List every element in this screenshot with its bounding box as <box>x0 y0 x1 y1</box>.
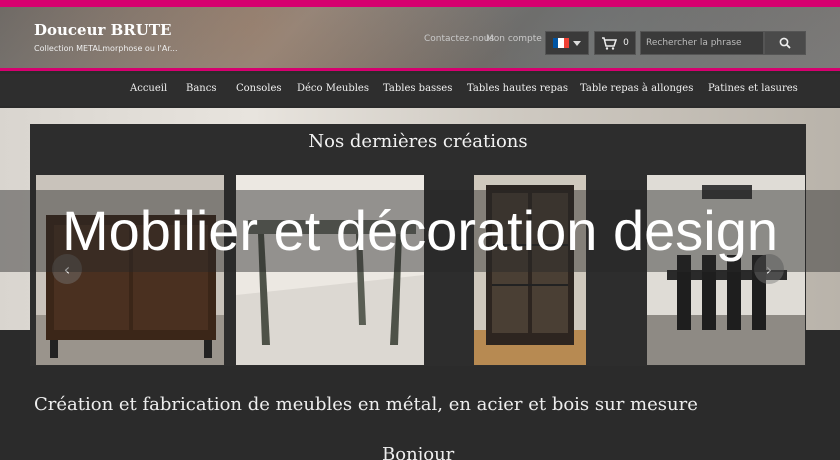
language-selector[interactable] <box>545 31 589 55</box>
contact-link[interactable]: Contactez-nous <box>424 34 494 44</box>
cart-icon <box>602 36 618 50</box>
site-header: Douceur BRUTE Collection METALmorphose o… <box>0 7 840 71</box>
carousel-title: Nos dernières créations <box>308 131 528 152</box>
greeting-heading: Bonjour <box>382 444 455 460</box>
french-flag-icon <box>553 38 569 48</box>
site-tagline: Création et fabrication de meubles en mé… <box>34 394 698 415</box>
nav-item-tables-hautes[interactable]: Tables hautes repas <box>467 83 568 94</box>
nav-item-patines[interactable]: Patines et lasures <box>708 83 798 94</box>
nav-item-accueil[interactable]: Accueil <box>130 83 167 94</box>
search-icon <box>779 37 791 49</box>
nav-item-table-allonges[interactable]: Table repas à allonges <box>580 83 693 94</box>
site-title[interactable]: Douceur BRUTE <box>34 21 171 39</box>
nav-item-bancs[interactable]: Bancs <box>186 83 216 94</box>
nav-item-deco-meubles[interactable]: Déco Meubles <box>297 83 369 94</box>
main-nav: Accueil Bancs Consoles Déco Meubles Tabl… <box>0 74 840 106</box>
account-link[interactable]: Mon compte <box>486 34 542 44</box>
nav-item-tables-basses[interactable]: Tables basses <box>383 83 452 94</box>
nav-item-consoles[interactable]: Consoles <box>236 83 282 94</box>
cart-button[interactable]: 0 <box>594 31 636 55</box>
top-accent-bar <box>0 0 840 7</box>
cart-count: 0 <box>623 38 629 48</box>
search-button[interactable] <box>764 31 806 55</box>
overlay-heading: Mobilier et décoration design <box>62 199 778 262</box>
chevron-down-icon <box>573 40 581 46</box>
search-input[interactable] <box>640 31 764 55</box>
site-subtitle: Collection METALmorphose ou l'Ar... <box>34 44 178 53</box>
